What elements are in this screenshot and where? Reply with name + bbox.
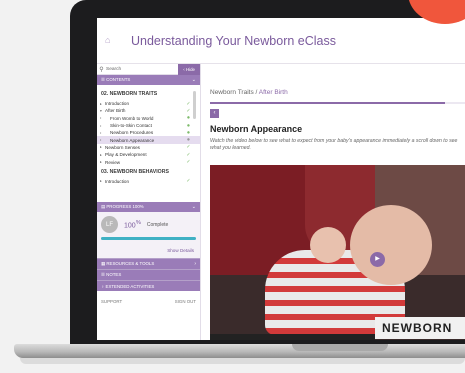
home-icon[interactable]: ⌂	[105, 35, 117, 47]
sidebar-footer: SUPPORT SIGN OUT	[97, 291, 200, 304]
show-details-link[interactable]: Show Details	[167, 248, 194, 253]
progress-panel: LF 100% Complete Show Details	[97, 212, 200, 258]
check-icon: ✓	[186, 178, 191, 185]
toc-item-label: Newborn Appearance	[110, 137, 155, 143]
toc-item[interactable]: • Newborn Procedures ●	[100, 129, 200, 136]
course-title: Understanding Your Newborn eClass	[131, 33, 336, 48]
progress-label: ▤ PROGRESS 100%	[101, 204, 144, 209]
toc-scrollbar[interactable]	[193, 91, 196, 119]
extended-label: ♀ EXTENDED ACTIVITIES	[101, 283, 155, 289]
status-dot-icon: ●	[186, 129, 191, 136]
search-row: ⚲ Search ‹ Hide	[97, 63, 200, 75]
search-icon: ⚲	[99, 66, 104, 73]
toc-item-label: Play & Development	[105, 152, 147, 158]
support-link[interactable]: SUPPORT	[101, 299, 122, 304]
toc-item-label: Review	[105, 159, 121, 165]
toc-item[interactable]: • From Womb to World ●	[100, 115, 200, 122]
progress-percent-value: 100	[124, 222, 136, 230]
status-dot-icon: ●	[186, 137, 191, 144]
check-icon: ✓	[186, 107, 191, 114]
toc-item[interactable]: ▸ Introduction ✓	[100, 178, 200, 185]
extended-activities-button[interactable]: ♀ EXTENDED ACTIVITIES	[97, 280, 200, 291]
check-icon: ✓	[186, 151, 191, 158]
back-button[interactable]: ‹	[210, 109, 219, 118]
progress-fill	[101, 237, 196, 240]
video-title-banner: NEWBORN	[375, 317, 465, 339]
notes-label: ☰ NOTES	[101, 272, 122, 277]
notes-button[interactable]: ☰ NOTES	[97, 269, 200, 280]
avatar: LF	[101, 216, 118, 233]
lesson-progress-rule	[210, 102, 465, 104]
toc-item-label: After Birth	[105, 108, 126, 114]
resources-label: ▦ RESOURCES & TOOLS	[101, 261, 155, 266]
main-content: Newborn Traits / After Birth ‹ Newborn A…	[210, 64, 465, 340]
laptop-notch	[292, 344, 388, 351]
status-dot-icon: ●	[186, 122, 191, 129]
check-icon: ✓	[186, 159, 191, 166]
toc-item[interactable]: ▸ Newborn Senses ✓	[100, 144, 200, 151]
play-button[interactable]: ▶	[370, 252, 385, 267]
check-icon: ✓	[186, 100, 191, 107]
breadcrumb: Newborn Traits / After Birth	[210, 89, 465, 96]
breadcrumb-current[interactable]: After Birth	[259, 89, 288, 96]
progress-percent-sign: %	[135, 219, 141, 226]
chevron-down-icon: ⌄	[191, 204, 196, 210]
status-dot-icon: ●	[186, 115, 191, 122]
progress-track	[101, 237, 196, 240]
complete-label: Complete	[146, 221, 169, 228]
video-baby-arm	[310, 227, 346, 263]
app-header: ⌂ Understanding Your Newborn eClass	[97, 18, 465, 64]
intro-text: Watch the video below to see what to exp…	[210, 138, 458, 152]
hide-button[interactable]: ‹ Hide	[178, 63, 200, 75]
chevron-down-icon: ⌄	[191, 77, 196, 83]
table-of-contents: 02. NEWBORN TRAITS ▸ Introduction ✓ ▾ After B…	[97, 85, 200, 202]
toc-section-heading[interactable]: 02. NEWBORN TRAITS	[101, 91, 200, 97]
video-player[interactable]: ▶ NEWBORN	[210, 165, 465, 340]
breadcrumb-root[interactable]: Newborn Traits	[210, 89, 254, 96]
toc-item-label: Introduction	[105, 101, 130, 107]
sidebar: ⚲ Search ‹ Hide ☰ CONTENTS ⌄ 02. NEWBORN…	[97, 63, 201, 340]
toc-section-heading[interactable]: 03. NEWBORN BEHAVIORS	[101, 169, 200, 175]
chevron-right-icon: ›	[194, 261, 196, 267]
toc-item-label: From Womb to World	[110, 115, 154, 121]
video-baby-head	[350, 205, 432, 285]
resources-tools-button[interactable]: ▦ RESOURCES & TOOLS ›	[97, 258, 200, 269]
progress-percent: 100%	[124, 220, 141, 229]
toc-item[interactable]: • Skin-to-Skin Contact ●	[100, 122, 200, 129]
progress-header[interactable]: ▤ PROGRESS 100% ⌄	[97, 202, 200, 212]
toc-item[interactable]: ▾ After Birth ✓	[100, 107, 200, 114]
contents-label: ☰ CONTENTS	[101, 77, 131, 82]
laptop-base	[14, 344, 465, 358]
signout-link[interactable]: SIGN OUT	[175, 299, 196, 304]
toc-item[interactable]: • Newborn Appearance ●	[97, 136, 200, 144]
laptop-shadow	[20, 358, 465, 364]
toc-item[interactable]: ▸ Review ✓	[100, 158, 200, 165]
toc-item-label: Newborn Procedures	[110, 130, 154, 136]
toc-item-label: Newborn Senses	[105, 144, 140, 150]
toc-item[interactable]: ▸ Introduction ✓	[100, 100, 200, 107]
toc-item-label: Introduction	[105, 178, 130, 184]
video-controls[interactable]	[210, 334, 375, 340]
search-input[interactable]: Search	[106, 67, 178, 72]
toc-item[interactable]: ▸ Play & Development ✓	[100, 151, 200, 158]
toc-item-label: Skin-to-Skin Contact	[110, 123, 152, 129]
check-icon: ✓	[186, 144, 191, 151]
lesson-progress-fill	[210, 102, 445, 104]
page-title: Newborn Appearance	[210, 124, 303, 134]
contents-header[interactable]: ☰ CONTENTS ⌄	[97, 75, 200, 85]
screen: ⌂ Understanding Your Newborn eClass ⚲ Se…	[97, 18, 465, 340]
